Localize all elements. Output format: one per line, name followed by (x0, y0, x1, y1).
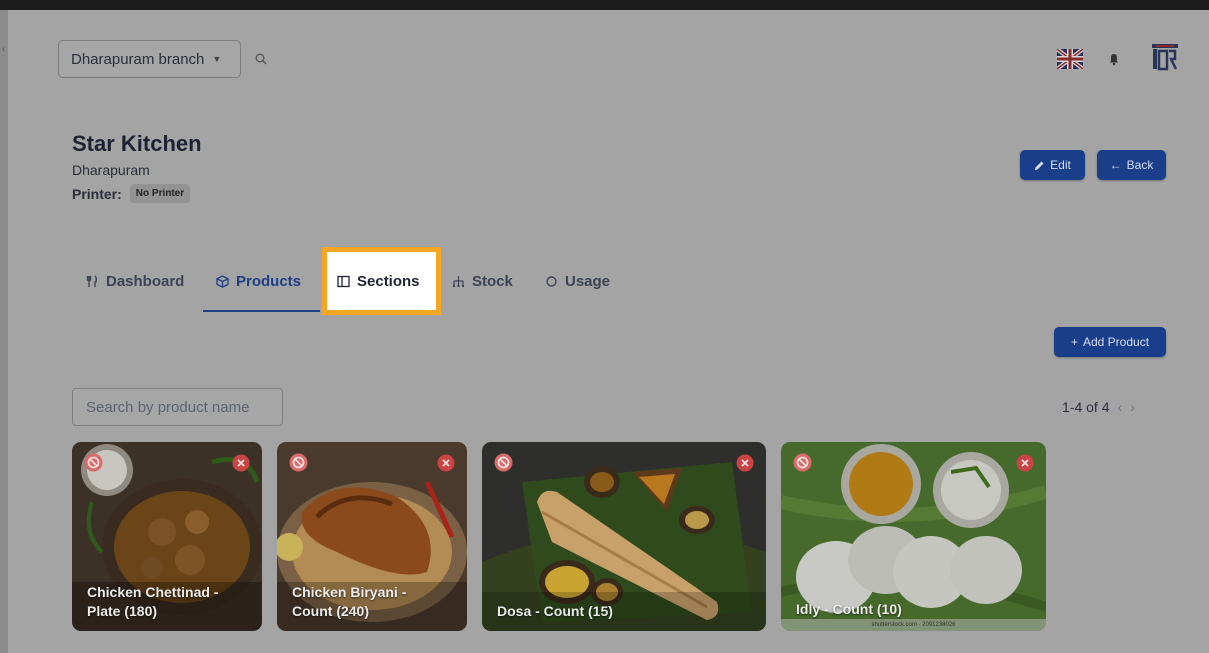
tab-products-label: Products (236, 272, 302, 290)
box-icon (216, 274, 229, 288)
chevron-right-icon[interactable]: › (1130, 399, 1135, 415)
product-name-line1: Chicken Biryani - (292, 584, 407, 600)
tab-sections-label: Sections (357, 272, 420, 290)
uk-flag-icon[interactable] (1057, 49, 1083, 69)
printer-row: Printer: No Printer (72, 184, 191, 203)
product-card-label: Dosa - Count (15) (497, 602, 613, 621)
tab-dashboard[interactable]: Dashboard (86, 252, 184, 310)
back-button[interactable]: ← Back (1097, 150, 1166, 180)
product-card-label: Idly - Count (10) (796, 600, 902, 619)
sidebar-handle-icon[interactable]: ‹ (2, 44, 6, 56)
tab-usage[interactable]: Usage (545, 252, 610, 310)
circle-icon (546, 275, 557, 287)
pagination: 1-4 of 4 ‹ › (1062, 399, 1135, 415)
delete-icon[interactable] (232, 454, 250, 472)
sidebar-icon (337, 275, 350, 287)
ban-icon[interactable] (289, 453, 308, 472)
product-name-line2: Plate (180) (87, 603, 158, 619)
active-tab-indicator (203, 310, 320, 312)
top-bar-line (0, 0, 1209, 10)
product-card[interactable]: Chicken Chettinad - Plate (180) (72, 442, 262, 631)
sidebar-edge[interactable] (0, 10, 8, 653)
product-name-line2: Count (240) (292, 603, 369, 619)
fork-knife-icon (86, 275, 98, 287)
pagination-range: 1-4 of 4 (1062, 399, 1110, 415)
printer-label: Printer: (72, 185, 122, 202)
bell-icon[interactable] (1107, 51, 1121, 67)
edit-button-label: Edit (1050, 158, 1071, 172)
delete-icon[interactable] (1016, 454, 1034, 472)
ban-icon[interactable] (494, 453, 513, 472)
search-icon[interactable] (254, 52, 268, 66)
tab-stock[interactable]: Stock (452, 252, 513, 310)
back-button-label: Back (1126, 158, 1154, 172)
printer-badge: No Printer (129, 184, 191, 203)
product-card[interactable]: shutterstock.com · 2091238026 Idly - Cou… (781, 442, 1046, 631)
delete-icon[interactable] (437, 454, 455, 472)
branch-select[interactable]: Dharapuram branch ▼ (58, 40, 241, 78)
branch-select-value: Dharapuram branch (71, 50, 205, 68)
pencil-icon (1035, 161, 1044, 170)
product-name-line1: Dosa - Count (15) (497, 603, 613, 619)
product-search-input[interactable] (72, 388, 283, 426)
product-card-label: Chicken Chettinad - Plate (180) (87, 583, 218, 621)
plus-icon: + (1070, 335, 1078, 349)
add-product-button[interactable]: + Add Product (1054, 327, 1166, 357)
tab-dashboard-label: Dashboard (106, 272, 185, 290)
image-watermark: shutterstock.com · 2091238026 (781, 619, 1046, 631)
product-name-line1: Chicken Chettinad - (87, 584, 219, 600)
page-title: Star Kitchen (72, 131, 202, 156)
tab-products[interactable]: Products (216, 252, 301, 310)
tab-usage-label: Usage (565, 272, 611, 290)
edit-button[interactable]: Edit (1020, 150, 1085, 180)
logo-icon[interactable] (1150, 42, 1180, 72)
kitchen-location: Dharapuram (72, 162, 150, 178)
chevron-down-icon: ▼ (212, 54, 222, 64)
tab-sections[interactable]: Sections (337, 252, 420, 310)
hierarchy-icon (453, 275, 464, 287)
ban-icon[interactable] (793, 453, 812, 472)
product-card-label: Chicken Biryani - Count (240) (292, 583, 406, 621)
arrow-left-icon: ← (1109, 158, 1122, 172)
product-name-line1: Idly - Count (10) (796, 601, 902, 617)
ban-icon[interactable] (84, 453, 103, 472)
product-card[interactable]: Chicken Biryani - Count (240) (277, 442, 467, 631)
delete-icon[interactable] (736, 454, 754, 472)
tab-stock-label: Stock (472, 272, 513, 290)
tab-bar: Dashboard Products Sections Stock Usage (72, 247, 672, 315)
product-card[interactable]: Dosa - Count (15) (482, 442, 766, 631)
chevron-left-icon[interactable]: ‹ (1117, 399, 1122, 415)
add-product-label: Add Product (1082, 335, 1150, 349)
